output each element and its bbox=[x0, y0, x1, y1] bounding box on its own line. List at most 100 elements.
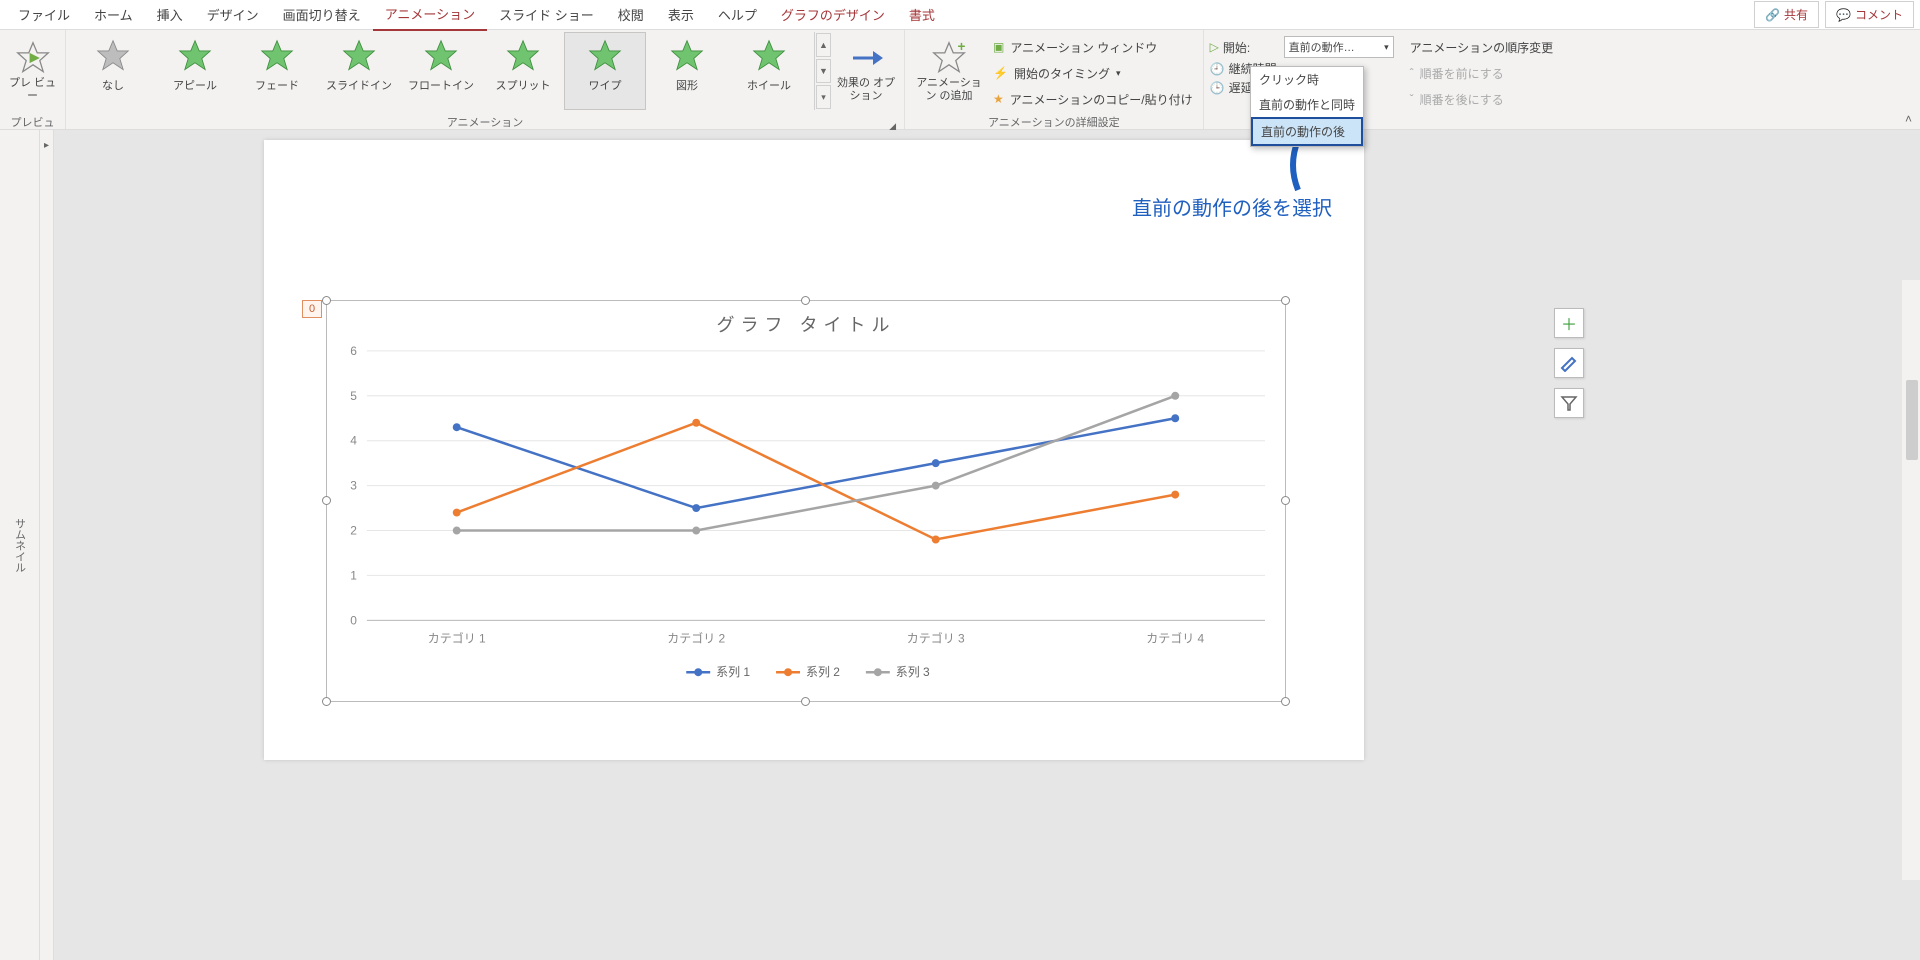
tab-review[interactable]: 校閲 bbox=[606, 0, 656, 30]
down-caret-icon: ˇ bbox=[1410, 92, 1414, 106]
gallery-down-button[interactable]: ▼ bbox=[816, 59, 831, 83]
anim-item-label: スプリット bbox=[496, 77, 551, 93]
star-icon bbox=[342, 39, 376, 73]
thumbnail-expand-button[interactable]: ▸ bbox=[40, 130, 54, 960]
start-label: ▷開始: bbox=[1210, 36, 1280, 58]
chart-styles-button[interactable] bbox=[1554, 348, 1584, 378]
anim-item-0[interactable]: なし bbox=[72, 32, 154, 110]
gallery-more-button[interactable]: ▾ bbox=[816, 85, 831, 109]
chart-elements-button[interactable]: ＋ bbox=[1554, 308, 1584, 338]
scrollbar-thumb[interactable] bbox=[1906, 380, 1918, 460]
star-icon bbox=[178, 39, 212, 73]
anim-item-label: アピール bbox=[173, 77, 217, 93]
start-dropdown-list: クリック時 直前の動作と同時 直前の動作の後 bbox=[1250, 66, 1364, 147]
anim-item-2[interactable]: フェード bbox=[236, 32, 318, 110]
svg-text:カテゴリ 1: カテゴリ 1 bbox=[428, 630, 486, 645]
star-icon bbox=[96, 39, 130, 73]
ribbon: プレ ビュー プレビュー なしアピールフェードスライドインフロートインスプリット… bbox=[0, 30, 1920, 130]
vertical-scrollbar[interactable] bbox=[1902, 280, 1920, 880]
tab-transition[interactable]: 画面切り替え bbox=[271, 0, 373, 30]
thumbnail-label: サムネイル bbox=[12, 518, 28, 573]
anim-item-3[interactable]: スライドイン bbox=[318, 32, 400, 110]
dropdown-item-onclick[interactable]: クリック時 bbox=[1251, 67, 1363, 92]
animation-order-tag[interactable]: 0 bbox=[302, 300, 322, 318]
star-icon bbox=[260, 39, 294, 73]
anim-item-label: フロートイン bbox=[408, 77, 474, 93]
anim-item-label: ホイール bbox=[747, 77, 791, 93]
filter-icon bbox=[1560, 394, 1578, 412]
anim-item-5[interactable]: スプリット bbox=[482, 32, 564, 110]
anim-item-4[interactable]: フロートイン bbox=[400, 32, 482, 110]
chart-plot: 0123456カテゴリ 1カテゴリ 2カテゴリ 3カテゴリ 4系列 1系列 2系… bbox=[327, 301, 1285, 702]
svg-text:5: 5 bbox=[350, 389, 357, 403]
gallery-up-button[interactable]: ▲ bbox=[816, 33, 831, 57]
tab-slideshow[interactable]: スライド ショー bbox=[487, 0, 606, 30]
annotation-text: 直前の動作の後を選択 bbox=[1132, 192, 1332, 221]
move-earlier-button[interactable]: ˆ順番を前にする bbox=[1406, 62, 1558, 84]
anim-item-label: スライドイン bbox=[326, 77, 392, 93]
dropdown-item-with-previous[interactable]: 直前の動作と同時 bbox=[1251, 92, 1363, 117]
workspace: サムネイル ▸ 0 グラフ タイトル 0123456カテゴリ 1カテゴリ 2カテ… bbox=[0, 130, 1920, 960]
animation-pane-button[interactable]: ▣アニメーション ウィンドウ bbox=[989, 36, 1197, 58]
tab-home[interactable]: ホーム bbox=[82, 0, 145, 30]
effect-options-button[interactable]: 効果の オプション bbox=[834, 32, 898, 112]
anim-item-label: 図形 bbox=[676, 77, 698, 93]
up-caret-icon: ˆ bbox=[1410, 66, 1414, 80]
trigger-button[interactable]: ⚡開始のタイミング▾ bbox=[989, 62, 1197, 84]
clock-icon: 🕘 bbox=[1210, 62, 1225, 76]
svg-text:カテゴリ 3: カテゴリ 3 bbox=[907, 630, 965, 645]
painter-icon: ★ bbox=[993, 92, 1004, 106]
svg-text:系列 2: 系列 2 bbox=[806, 665, 840, 679]
anim-item-label: ワイプ bbox=[589, 77, 622, 93]
tab-chart-design[interactable]: グラフのデザイン bbox=[769, 0, 897, 30]
slide-canvas[interactable]: 0 グラフ タイトル 0123456カテゴリ 1カテゴリ 2カテゴリ 3カテゴリ… bbox=[54, 130, 1920, 960]
anim-item-8[interactable]: ホイール bbox=[728, 32, 810, 110]
delay-icon: 🕒 bbox=[1210, 81, 1225, 95]
svg-text:+: + bbox=[958, 41, 966, 54]
star-icon bbox=[588, 39, 622, 73]
comment-button[interactable]: 💬コメント bbox=[1825, 1, 1914, 28]
chart-object[interactable]: グラフ タイトル 0123456カテゴリ 1カテゴリ 2カテゴリ 3カテゴリ 4… bbox=[326, 300, 1286, 702]
svg-text:系列 3: 系列 3 bbox=[896, 665, 930, 679]
svg-text:1: 1 bbox=[350, 568, 357, 582]
chevron-down-icon: ▾ bbox=[1384, 42, 1389, 53]
tab-design[interactable]: デザイン bbox=[195, 0, 271, 30]
anim-item-label: フェード bbox=[255, 77, 299, 93]
collapse-ribbon-button[interactable]: ˄ bbox=[1905, 112, 1912, 126]
chevron-down-icon: ▾ bbox=[1116, 68, 1121, 79]
start-dropdown[interactable]: 直前の動作…▾ bbox=[1284, 36, 1394, 58]
comment-icon: 💬 bbox=[1836, 8, 1851, 22]
star-icon bbox=[424, 39, 458, 73]
star-icon bbox=[670, 39, 704, 73]
add-animation-button[interactable]: + アニメーション の追加 bbox=[911, 32, 987, 112]
svg-text:2: 2 bbox=[350, 524, 357, 538]
slide: 0 グラフ タイトル 0123456カテゴリ 1カテゴリ 2カテゴリ 3カテゴリ… bbox=[264, 140, 1364, 760]
tab-file[interactable]: ファイル bbox=[6, 0, 82, 30]
tab-view[interactable]: 表示 bbox=[656, 0, 706, 30]
star-icon bbox=[752, 39, 786, 73]
reorder-label: アニメーションの順序変更 bbox=[1406, 36, 1558, 58]
svg-text:3: 3 bbox=[350, 479, 357, 493]
tab-insert[interactable]: 挿入 bbox=[145, 0, 195, 30]
svg-text:0: 0 bbox=[350, 613, 357, 627]
chart-filter-button[interactable] bbox=[1554, 388, 1584, 418]
anim-item-label: なし bbox=[102, 77, 124, 93]
star-icon bbox=[506, 39, 540, 73]
anim-item-1[interactable]: アピール bbox=[154, 32, 236, 110]
tab-animation[interactable]: アニメーション bbox=[373, 0, 487, 31]
thumbnail-rail: サムネイル bbox=[0, 130, 40, 960]
svg-text:カテゴリ 2: カテゴリ 2 bbox=[667, 630, 725, 645]
pane-icon: ▣ bbox=[993, 40, 1004, 54]
dropdown-item-after-previous[interactable]: 直前の動作の後 bbox=[1251, 117, 1363, 146]
anim-item-6[interactable]: ワイプ bbox=[564, 32, 646, 110]
svg-text:6: 6 bbox=[350, 344, 357, 358]
play-icon: ▷ bbox=[1210, 40, 1219, 54]
brush-icon bbox=[1560, 354, 1578, 372]
animation-painter-button[interactable]: ★アニメーションのコピー/貼り付け bbox=[989, 88, 1197, 110]
move-later-button[interactable]: ˇ順番を後にする bbox=[1406, 88, 1558, 110]
preview-button[interactable]: プレ ビュー bbox=[6, 32, 59, 112]
tab-format[interactable]: 書式 bbox=[897, 0, 947, 30]
tab-help[interactable]: ヘルプ bbox=[706, 0, 769, 30]
share-button[interactable]: 🔗共有 bbox=[1754, 1, 1819, 28]
anim-item-7[interactable]: 図形 bbox=[646, 32, 728, 110]
